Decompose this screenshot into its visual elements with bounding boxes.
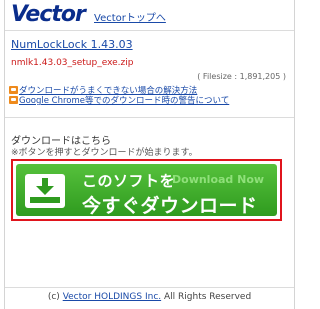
orange-link-icon xyxy=(9,96,18,104)
download-button-frame: このソフトを Download Now 今すぐダウンロード xyxy=(11,159,282,221)
header: Vector Vectorトップへ xyxy=(11,4,291,26)
download-button-english: Download Now xyxy=(172,173,265,186)
divider xyxy=(5,287,294,288)
download-icon xyxy=(25,174,65,208)
company-link[interactable]: Vector HOLDINGS Inc. xyxy=(63,292,161,302)
file-name: nmlk1.43.03_setup_exe.zip xyxy=(11,58,134,68)
page-container: Vector Vectorトップへ NumLockLock 1.43.03 nm… xyxy=(4,0,295,309)
download-note: ※ボタンを押すとダウンロードが始まります。 xyxy=(11,148,198,158)
download-button-line1: このソフトを xyxy=(82,172,176,190)
orange-link-icon xyxy=(9,86,18,94)
vector-top-link[interactable]: Vectorトップへ xyxy=(94,9,166,24)
software-title-link[interactable]: NumLockLock 1.43.03 xyxy=(11,38,133,51)
copyright-suffix: All Rights Reserved xyxy=(164,292,252,302)
footer: (c) Vector HOLDINGS Inc. All Rights Rese… xyxy=(5,292,294,302)
divider xyxy=(5,30,294,31)
filesize-label: ( Filesize : 1,891,205 ) xyxy=(197,72,286,81)
divider xyxy=(5,117,294,118)
chrome-warning-link[interactable]: Google Chrome等でのダウンロード時の警告について xyxy=(19,94,229,106)
download-button-line2: 今すぐダウンロード xyxy=(82,195,258,217)
download-now-button[interactable]: このソフトを Download Now 今すぐダウンロード xyxy=(16,164,277,217)
vector-logo[interactable]: Vector xyxy=(11,4,86,26)
copyright-prefix: (c) xyxy=(47,292,60,302)
